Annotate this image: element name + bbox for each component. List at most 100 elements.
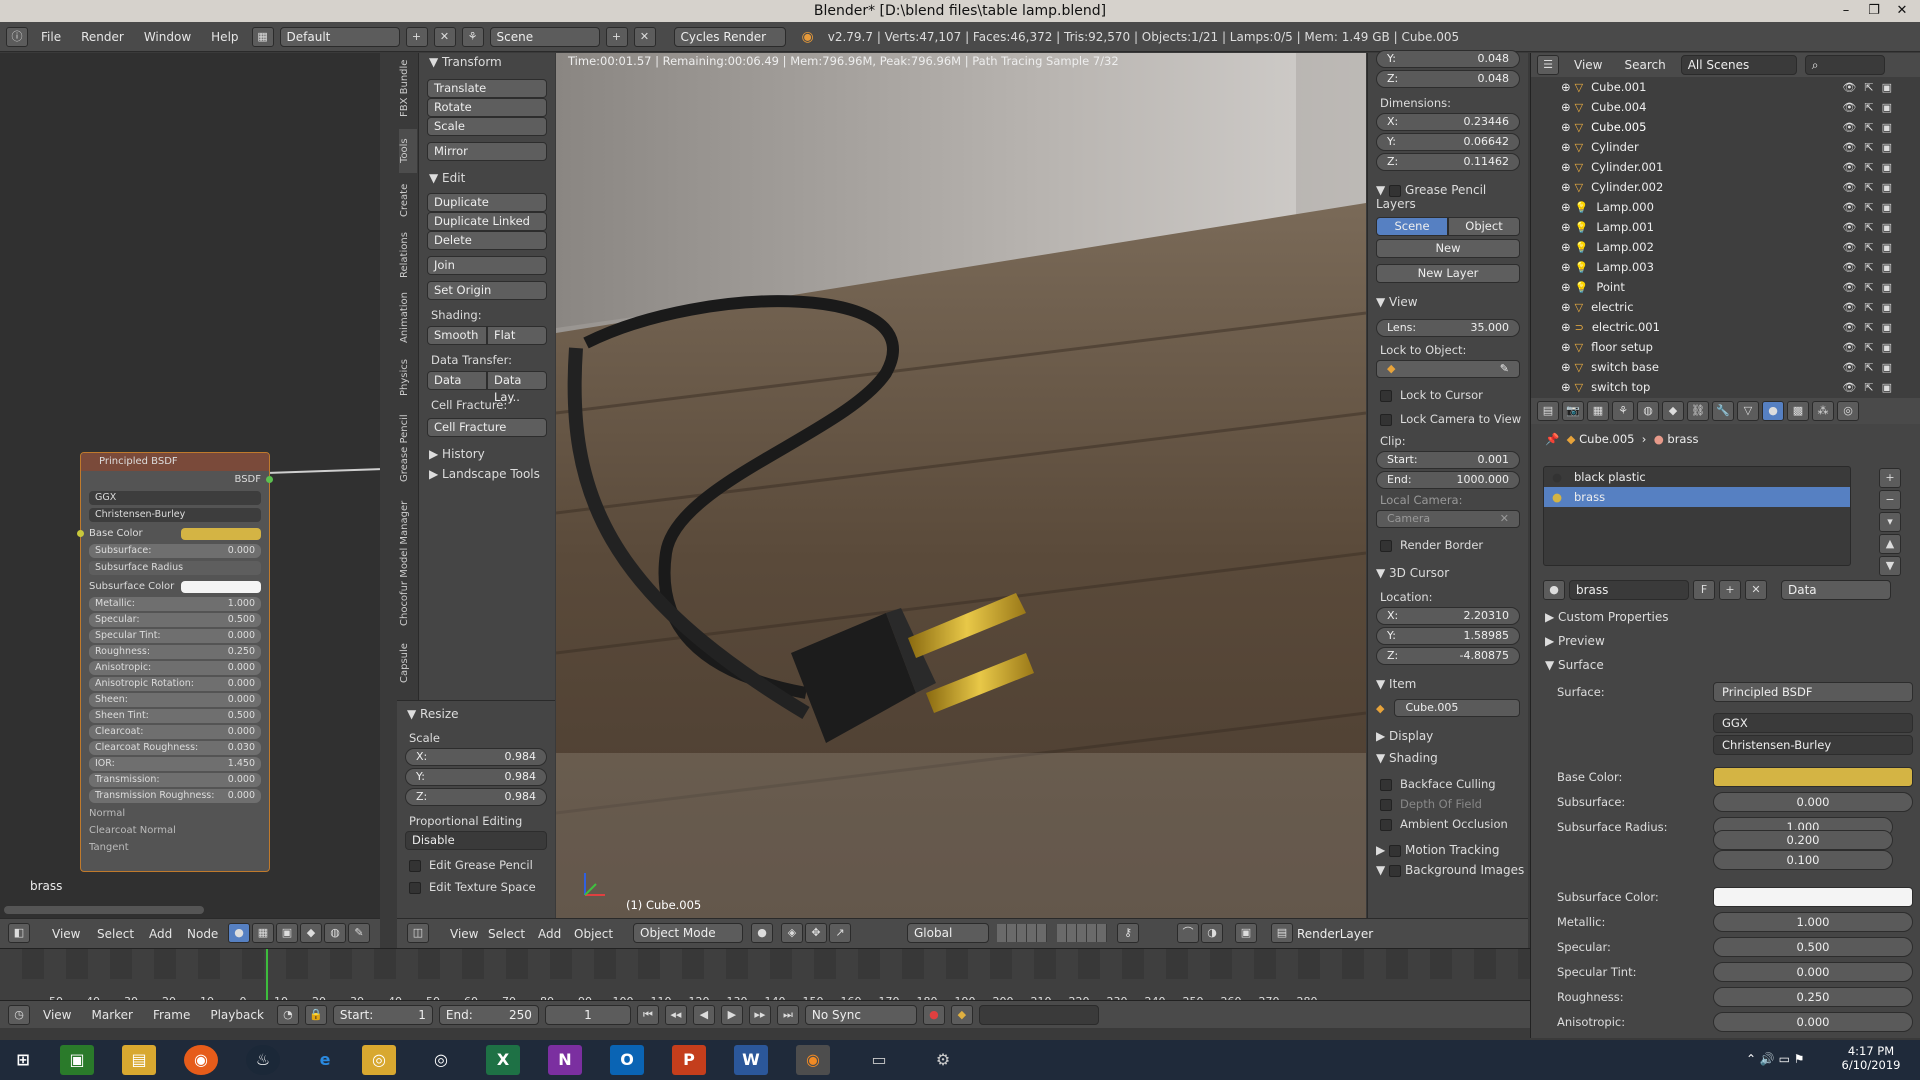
viewport-menu-add[interactable]: Add (531, 927, 568, 941)
timeline[interactable]: -50 -40 -30 -20 -10 0 10 20 30 40 50 60 … (0, 948, 1530, 1008)
node-menu-select[interactable]: Select (90, 927, 141, 941)
background-images-panel-title[interactable]: ▼ Background Images (1376, 863, 1528, 877)
data-layout-button[interactable]: Data Lay.. (487, 371, 547, 404)
join-button[interactable]: Join (427, 256, 547, 275)
world-icon[interactable]: ◍ (324, 923, 346, 943)
blender-icon[interactable]: ◉ (796, 1045, 830, 1075)
lens-field[interactable]: Lens: 35.000 (1376, 319, 1520, 337)
render-layers-tab-icon[interactable]: ▦ (1587, 401, 1609, 421)
edit-texture-space-row[interactable]: Edit Texture Space (409, 880, 555, 894)
radius-z-field[interactable]: 0.100 (1713, 850, 1893, 870)
eyedropper-icon[interactable]: ✎ (1500, 361, 1509, 377)
checkbox-icon[interactable] (1389, 184, 1402, 197)
distribution-select[interactable]: GGX (1713, 713, 1913, 733)
outliner-row[interactable]: ⊕ ▽ Cylinder 👁⇱▣ (1531, 137, 1920, 157)
tab-create[interactable]: Create (399, 177, 417, 223)
surface-select[interactable]: Principled BSDF (1713, 682, 1913, 702)
line-style-icon[interactable]: ✎ (348, 923, 370, 943)
scene-tab-icon[interactable]: ⚘ (1612, 401, 1634, 421)
subsurface-method-select[interactable]: Christensen-Burley (89, 508, 261, 522)
visibility-icons[interactable]: 👁⇱▣ (1842, 101, 1900, 114)
visibility-icons[interactable]: 👁⇱▣ (1842, 241, 1900, 254)
outliner-row[interactable]: ⊕ ▽ Cube.001 👁⇱▣ (1531, 77, 1920, 97)
expand-icon[interactable]: ⊕ (1561, 120, 1571, 134)
outliner-menu-view[interactable]: View (1567, 58, 1609, 72)
set-origin-button[interactable]: Set Origin (427, 281, 547, 300)
dimension-z-field[interactable]: Z: 0.11462 (1376, 153, 1520, 171)
lock-object-field[interactable]: ◆ ✎ (1376, 360, 1520, 378)
scale-button[interactable]: Scale (427, 117, 547, 136)
timeline-menu-frame[interactable]: Frame (146, 1008, 197, 1022)
render-icon[interactable]: ◑ (1201, 923, 1223, 943)
clear-icon[interactable]: ✕ (1500, 511, 1509, 527)
firefox-icon[interactable]: ◉ (184, 1045, 218, 1075)
viewport-menu-object[interactable]: Object (567, 927, 620, 941)
visibility-icons[interactable]: 👁⇱▣ (1842, 321, 1900, 334)
layout-icon[interactable]: ▦ (251, 26, 274, 47)
browse-material-icon[interactable]: ● (1543, 580, 1565, 600)
outliner-menu-search[interactable]: Search (1617, 58, 1672, 72)
base-color-row[interactable]: Base Color (77, 525, 261, 542)
manipulator-icon[interactable]: ✥ (805, 923, 827, 943)
unlink-material-icon[interactable]: ✕ (1745, 580, 1767, 600)
flat-button[interactable]: Flat (487, 326, 547, 345)
expand-icon[interactable]: ⊕ (1561, 180, 1571, 194)
expand-icon[interactable]: ⊕ (1561, 280, 1571, 294)
specular-tint-field[interactable]: 0.000 (1713, 962, 1913, 982)
lock-range-icon[interactable]: 🔒 (304, 1004, 327, 1025)
new-material-icon[interactable]: + (1719, 580, 1741, 600)
scale-x-field[interactable]: X: 0.984 (405, 748, 547, 766)
material-slot[interactable]: ● brass (1544, 487, 1850, 507)
outliner-row[interactable]: ⊕ ▽ Cylinder.002 👁⇱▣ (1531, 177, 1920, 197)
new-layer-button[interactable]: New Layer (1376, 264, 1520, 283)
preview-panel[interactable]: ▶ Preview (1545, 634, 1605, 648)
node-slider[interactable]: Metallic: 1.000 (89, 597, 261, 611)
record-icon[interactable]: ● (922, 1004, 945, 1025)
proportional-editing-select[interactable]: Disable (405, 831, 547, 850)
outliner-row[interactable]: ⊕ ▽ Cube.005 👁⇱▣ (1531, 117, 1920, 137)
checkbox-icon[interactable] (1380, 798, 1392, 811)
visibility-icons[interactable]: 👁⇱▣ (1842, 181, 1900, 194)
3d-viewport[interactable] (556, 53, 1366, 918)
visibility-icons[interactable]: 👁⇱▣ (1842, 201, 1900, 214)
visibility-icons[interactable]: 👁⇱▣ (1842, 121, 1900, 134)
visibility-icons[interactable]: 👁⇱▣ (1842, 161, 1900, 174)
translate-manipulator-icon[interactable]: ↗ (829, 923, 851, 943)
expand-icon[interactable]: ⊕ (1561, 360, 1571, 374)
roughness-field[interactable]: 0.250 (1713, 987, 1913, 1007)
checkbox-icon[interactable] (1380, 778, 1392, 791)
dimension-x-field[interactable]: X: 0.23446 (1376, 113, 1520, 131)
ambient-occlusion-row[interactable]: Ambient Occlusion (1380, 817, 1528, 831)
history-panel-title[interactable]: ▶ History (429, 447, 549, 461)
edit-panel-title[interactable]: ▼ Edit (429, 171, 549, 185)
start-icon[interactable]: ⊞ (6, 1045, 40, 1075)
shading-panel-title[interactable]: ▼ Shading (1376, 751, 1528, 765)
checkbox-icon[interactable] (1380, 413, 1392, 426)
material-slot-list[interactable]: ● black plastic ● brass (1543, 466, 1851, 566)
backface-culling-row[interactable]: Backface Culling (1380, 777, 1528, 791)
custom-properties-panel[interactable]: ▶ Custom Properties (1545, 610, 1668, 624)
editor-type-icon[interactable]: ▤ (1537, 401, 1559, 421)
menu-render[interactable]: Render (74, 30, 131, 44)
texture-tree-icon[interactable]: ▦ (252, 923, 274, 943)
duplicate-linked-button[interactable]: Duplicate Linked (427, 212, 547, 231)
remove-scene-icon[interactable]: ✕ (633, 26, 656, 47)
outliner-row[interactable]: ⊕ 💡 Lamp.000 👁⇱▣ (1531, 197, 1920, 217)
cursor-y-field[interactable]: Y: 1.58985 (1376, 627, 1520, 645)
expand-icon[interactable]: ⊕ (1561, 160, 1571, 174)
material-name-field[interactable]: brass (1569, 580, 1689, 600)
landscape-panel-title[interactable]: ▶ Landscape Tools (429, 467, 549, 481)
data-button[interactable]: Data (427, 371, 487, 390)
expand-icon[interactable]: ⊕ (1561, 80, 1571, 94)
move-down-icon[interactable]: ▼ (1879, 556, 1901, 576)
checkbox-icon[interactable] (409, 881, 421, 894)
editor-type-icon[interactable]: ◧ (8, 923, 30, 943)
excel-icon[interactable]: X (486, 1045, 520, 1075)
expand-icon[interactable]: ⊕ (1561, 380, 1571, 394)
checkbox-icon[interactable] (1380, 389, 1392, 402)
edit-grease-pencil-row[interactable]: Edit Grease Pencil (409, 858, 555, 872)
tab-relations[interactable]: Relations (399, 227, 417, 283)
translate-button[interactable]: Translate (427, 79, 547, 98)
tab-capsule[interactable]: Capsule (399, 637, 417, 689)
tab-tools[interactable]: Tools (399, 129, 417, 173)
